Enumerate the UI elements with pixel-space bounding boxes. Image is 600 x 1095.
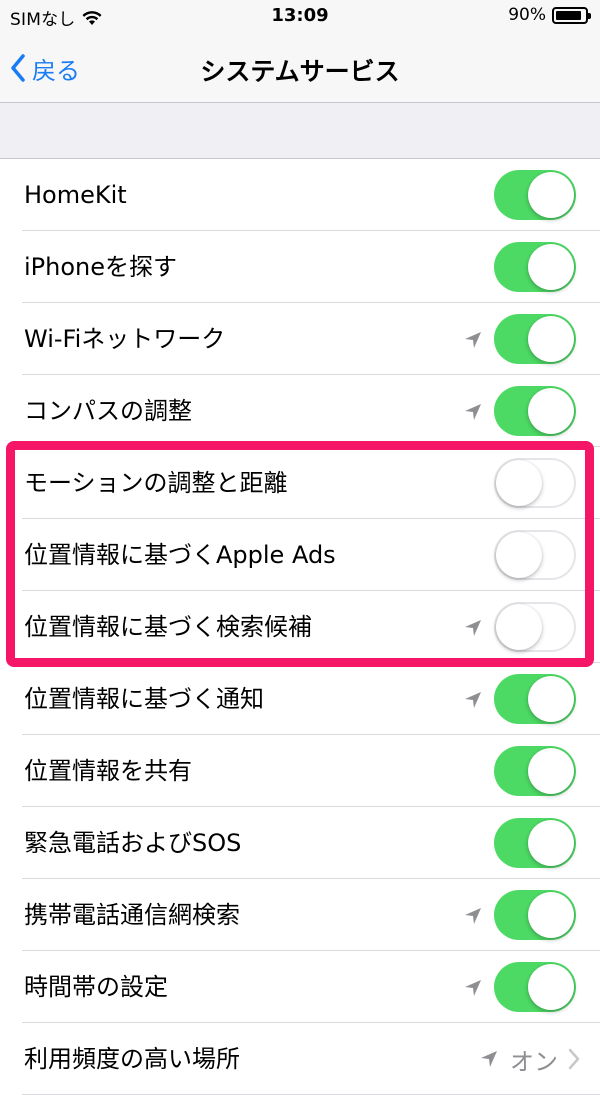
settings-row-label: iPhoneを探す xyxy=(24,253,178,281)
toggle-knob xyxy=(528,172,574,218)
battery-level xyxy=(556,10,582,20)
toggle-switch[interactable] xyxy=(494,458,576,508)
toggle-switch[interactable] xyxy=(494,314,576,364)
settings-row: 位置情報に基づく検索候補 xyxy=(0,591,600,663)
toggle-switch[interactable] xyxy=(494,890,576,940)
location-arrow-icon xyxy=(462,689,484,711)
toggle-switch[interactable] xyxy=(494,962,576,1012)
toggle-knob xyxy=(528,676,574,722)
settings-row-label: Wi-Fiネットワーク xyxy=(24,325,226,353)
settings-row: 位置情報を共有 xyxy=(0,735,600,807)
settings-row: モーションの調整と距離 xyxy=(0,447,600,519)
toggle-switch[interactable] xyxy=(494,818,576,868)
toggle-knob xyxy=(528,316,574,362)
toggle-switch[interactable] xyxy=(494,386,576,436)
settings-row: 時間帯の設定 xyxy=(0,951,600,1023)
status-bar: SIMなし 13:09 90% xyxy=(0,0,600,36)
settings-row-label: モーションの調整と距離 xyxy=(24,469,288,497)
toggle-knob xyxy=(528,748,574,794)
settings-row: iPhoneを探す xyxy=(0,231,600,303)
settings-row: Wi-Fiネットワーク xyxy=(0,303,600,375)
settings-row-label: 位置情報に基づくApple Ads xyxy=(24,541,336,569)
settings-row-label: 利用頻度の高い場所 xyxy=(24,1045,240,1073)
navigation-bar: 戻る システムサービス xyxy=(0,36,600,103)
location-arrow-icon xyxy=(462,401,484,423)
toggle-switch[interactable] xyxy=(494,602,576,652)
toggle-switch[interactable] xyxy=(494,530,576,580)
toggle-knob xyxy=(496,604,542,650)
toggle-knob xyxy=(528,388,574,434)
toggle-knob xyxy=(528,820,574,866)
settings-row: 位置情報に基づくApple Ads xyxy=(0,519,600,591)
settings-row-label: 緊急電話およびSOS xyxy=(24,829,242,857)
settings-row-label: HomeKit xyxy=(24,181,127,209)
detail-value-label: オン xyxy=(510,1047,558,1076)
settings-row-label: コンパスの調整 xyxy=(24,397,192,425)
location-arrow-icon xyxy=(462,617,484,639)
settings-list: HomeKit iPhoneを探す Wi-Fiネットワーク コンパスの調整モーションの… xyxy=(0,159,600,1095)
section-spacer xyxy=(0,103,600,159)
detail-value[interactable]: オン xyxy=(478,1023,580,1095)
settings-row: 緊急電話およびSOS xyxy=(0,807,600,879)
settings-row-label: 位置情報に基づく通知 xyxy=(24,685,264,713)
settings-row: 位置情報に基づく通知 xyxy=(0,663,600,735)
location-arrow-icon xyxy=(462,329,484,351)
settings-row-label: 位置情報を共有 xyxy=(24,757,192,785)
toggle-knob xyxy=(496,460,542,506)
toggle-knob xyxy=(528,892,574,938)
settings-row-label: 位置情報に基づく検索候補 xyxy=(24,613,312,641)
toggle-knob xyxy=(496,532,542,578)
battery-icon xyxy=(552,6,591,24)
battery-percent: 90% xyxy=(508,5,546,25)
page-title: システムサービス xyxy=(200,57,400,86)
settings-row-label: 携帯電話通信網検索 xyxy=(24,901,240,929)
toggle-switch[interactable] xyxy=(494,674,576,724)
location-arrow-icon xyxy=(462,977,484,999)
settings-row: コンパスの調整 xyxy=(0,375,600,447)
toggle-switch[interactable] xyxy=(494,242,576,292)
status-right: 90% xyxy=(508,5,591,25)
toggle-knob xyxy=(528,964,574,1010)
settings-row-label: 時間帯の設定 xyxy=(24,973,168,1001)
settings-row: HomeKit xyxy=(0,159,600,231)
toggle-knob xyxy=(528,244,574,290)
toggle-switch[interactable] xyxy=(494,746,576,796)
toggle-switch[interactable] xyxy=(494,170,576,220)
location-arrow-icon xyxy=(462,905,484,927)
settings-row[interactable]: 利用頻度の高い場所 オン xyxy=(0,1023,600,1095)
settings-row: 携帯電話通信網検索 xyxy=(0,879,600,951)
